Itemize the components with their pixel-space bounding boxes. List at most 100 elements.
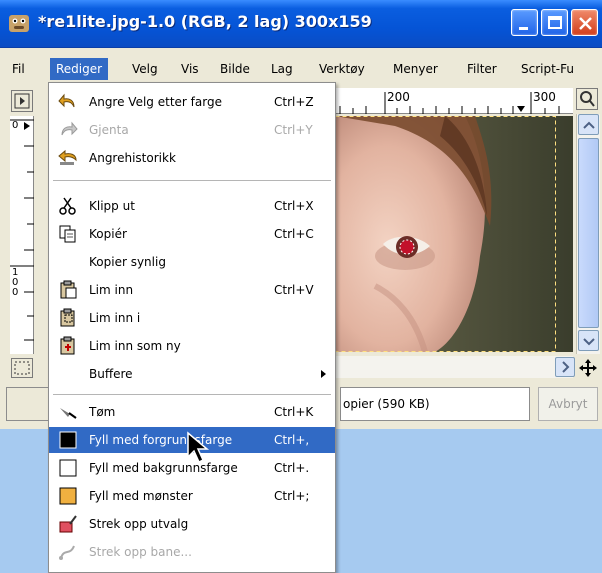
undo-history-icon [58, 149, 77, 165]
menu-item-copy-visible[interactable]: Kopier synlig [49, 249, 335, 275]
gimp-image-window: *re1lite.jpg-1.0 (RGB, 2 lag) 300x159 Fi… [0, 0, 602, 573]
paste-icon [60, 280, 77, 299]
menu-item-paste[interactable]: Lim inn Ctrl+V [49, 277, 335, 303]
menu-item-paste-as-new[interactable]: Lim inn som ny [49, 333, 335, 359]
title-bar[interactable]: *re1lite.jpg-1.0 (RGB, 2 lag) 300x159 [0, 0, 602, 48]
quick-mask-button[interactable] [11, 358, 33, 378]
status-info: opier (590 KB) [340, 387, 530, 421]
mouse-cursor-icon [187, 431, 210, 464]
paste-into-icon [60, 308, 75, 327]
ruler-label-300: 300 [533, 90, 556, 104]
menu-item-copy[interactable]: Kopiér Ctrl+C [49, 221, 335, 247]
menu-item-fill-pattern[interactable]: Fyll med mønster Ctrl+; [49, 483, 335, 509]
menu-item-label: Kopier synlig [89, 255, 166, 269]
scroll-thumb[interactable] [578, 138, 599, 328]
menu-item-paste-into[interactable]: Lim inn i [49, 305, 335, 331]
vertical-scrollbar[interactable] [576, 114, 600, 354]
move-arrows-icon [579, 359, 597, 377]
menu-item-stroke-selection[interactable]: Strek opp utvalg [49, 511, 335, 537]
redo-icon [61, 121, 78, 136]
menu-item-label: Angre Velg etter farge [89, 95, 222, 109]
fill-bg-icon [59, 459, 77, 477]
stroke-selection-icon [59, 515, 77, 533]
menu-item-label: Strek opp utvalg [89, 517, 189, 531]
chevron-right-icon [562, 361, 570, 373]
menu-filter[interactable]: Filter [461, 58, 503, 80]
menu-rediger[interactable]: Rediger [50, 58, 109, 80]
magnifier-icon [580, 91, 595, 107]
menu-verktoy[interactable]: Verktøy [313, 58, 371, 80]
fill-fg-icon [59, 431, 77, 449]
menu-vis[interactable]: Vis [175, 58, 205, 80]
menu-item-label: Fyll med bakgrunnsfarge [89, 461, 238, 475]
menu-menyer[interactable]: Menyer [387, 58, 444, 80]
menu-script-fu[interactable]: Script-Fu [515, 58, 580, 80]
submenu-arrow-icon [321, 370, 326, 378]
menu-item-label: Lim inn som ny [89, 339, 181, 353]
cut-icon [59, 197, 76, 215]
gimp-app-icon [9, 15, 29, 32]
scroll-up-button[interactable] [578, 114, 599, 135]
menu-item-redo[interactable]: Gjenta Ctrl+Y [49, 117, 335, 143]
menu-item-buffers[interactable]: Buffere [49, 361, 335, 387]
menu-item-label: Angrehistorikk [89, 151, 176, 165]
zoom-button[interactable] [576, 88, 598, 110]
menu-item-shortcut: Ctrl+Y [274, 123, 313, 137]
stroke-path-icon [59, 545, 75, 560]
vertical-ruler[interactable]: 0 100 [10, 116, 34, 354]
menu-item-stroke-path[interactable]: Strek opp bane... [49, 539, 335, 565]
chevron-down-icon [583, 338, 595, 346]
menu-separator [53, 394, 331, 395]
menu-item-undo[interactable]: Angre Velg etter farge Ctrl+Z [49, 89, 335, 115]
menu-item-shortcut: Ctrl+, [274, 433, 310, 447]
menu-arrow-button[interactable] [11, 90, 33, 112]
window-title: *re1lite.jpg-1.0 (RGB, 2 lag) 300x159 [38, 12, 372, 31]
menu-lag[interactable]: Lag [265, 58, 299, 80]
menu-item-label: Strek opp bane... [89, 545, 192, 559]
chevron-up-icon [583, 121, 595, 129]
horizontal-scrollbar[interactable] [335, 356, 575, 378]
close-button[interactable] [571, 9, 598, 36]
menu-item-label: Tøm [89, 405, 116, 419]
minimize-icon [519, 27, 528, 30]
menu-separator [53, 180, 331, 181]
ruler-label-0: 0 [12, 120, 19, 131]
menu-item-shortcut: Ctrl+C [274, 227, 314, 241]
horizontal-ruler[interactable]: 200 300 [335, 88, 573, 114]
menu-item-clear[interactable]: Tøm Ctrl+K [49, 399, 335, 425]
menu-item-label: Lim inn [89, 283, 134, 297]
clear-icon [60, 408, 77, 419]
image-canvas[interactable] [335, 116, 573, 352]
menu-item-label: Gjenta [89, 123, 129, 137]
ruler-label-100: 100 [12, 267, 19, 298]
menu-velg[interactable]: Velg [126, 58, 164, 80]
maximize-button[interactable] [541, 9, 568, 36]
menu-item-undo-history[interactable]: Angrehistorikk [49, 145, 335, 171]
menu-bilde[interactable]: Bilde [214, 58, 256, 80]
undo-icon [58, 93, 75, 108]
menu-item-cut[interactable]: Klipp ut Ctrl+X [49, 193, 335, 219]
copy-icon [59, 225, 76, 243]
menu-item-shortcut: Ctrl+; [274, 489, 310, 503]
ruler-label-200: 200 [387, 90, 410, 104]
unit-selector[interactable] [6, 387, 52, 421]
menu-item-shortcut: Ctrl+K [274, 405, 314, 419]
menu-fil[interactable]: Fil [6, 58, 31, 80]
navigate-button[interactable] [578, 358, 598, 378]
scroll-down-button[interactable] [578, 330, 599, 351]
scroll-right-button[interactable] [555, 357, 575, 377]
close-icon [579, 17, 592, 30]
menu-item-label: Lim inn i [89, 311, 141, 325]
vertical-ruler-ticks [10, 119, 34, 341]
menu-item-label: Buffere [89, 367, 133, 381]
photo-face [335, 116, 573, 352]
menu-item-shortcut: Ctrl+V [274, 283, 314, 297]
menu-item-shortcut: Ctrl+X [274, 199, 314, 213]
fill-pattern-icon [59, 487, 77, 505]
menu-item-shortcut: Ctrl+. [274, 461, 310, 475]
cancel-button[interactable]: Avbryt [538, 387, 598, 421]
menu-bar: Fil Rediger Velg Vis Bilde Lag Verktøy M… [0, 56, 602, 82]
menu-item-shortcut: Ctrl+Z [274, 95, 314, 109]
minimize-button[interactable] [511, 9, 538, 36]
play-arrow-icon [14, 93, 30, 109]
